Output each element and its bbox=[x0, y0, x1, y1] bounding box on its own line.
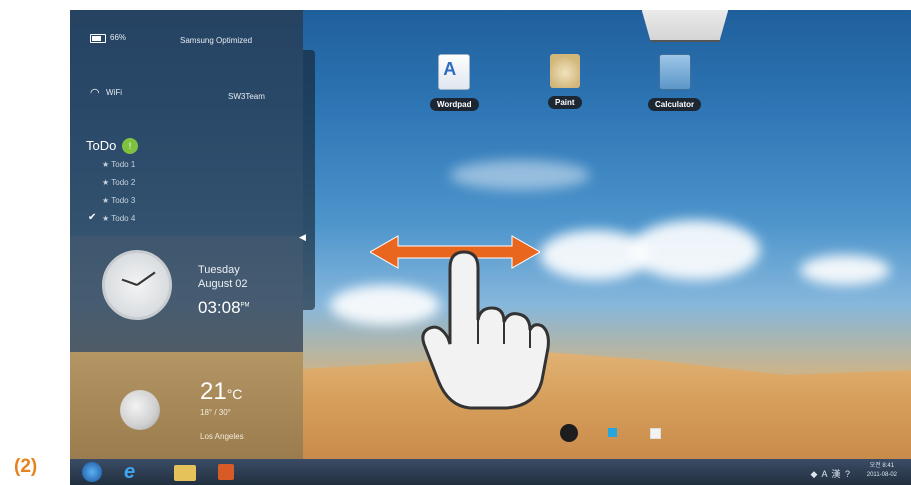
folder-icon[interactable] bbox=[174, 465, 196, 481]
battery-icon bbox=[90, 34, 106, 43]
page-indicator[interactable] bbox=[650, 428, 661, 439]
check-icon: ✔ bbox=[88, 212, 97, 223]
todo-item[interactable]: ★ Todo 1 bbox=[102, 160, 135, 169]
side-panel: 66% Samsung Optimized ◠ WiFi SW3Team ToD… bbox=[70, 10, 303, 459]
todo-item[interactable]: ★ Todo 3 bbox=[102, 196, 135, 205]
clock-minute-hand bbox=[121, 278, 138, 286]
paint-shortcut[interactable]: Paint bbox=[548, 54, 582, 110]
page-indicator-active[interactable] bbox=[608, 428, 617, 437]
analog-clock-icon bbox=[102, 250, 172, 320]
pen-mode-icon[interactable] bbox=[560, 424, 578, 442]
system-tray[interactable]: ◆ A 漢 ? bbox=[811, 467, 851, 480]
cloud bbox=[800, 255, 890, 285]
paint-label: Paint bbox=[548, 96, 582, 109]
wifi-label[interactable]: WiFi bbox=[106, 88, 122, 97]
calculator-icon bbox=[658, 54, 691, 90]
todo-title: ToDo bbox=[86, 138, 117, 153]
calculator-shortcut[interactable]: Calculator bbox=[648, 54, 702, 112]
top-pull-tab[interactable] bbox=[640, 10, 730, 42]
wordpad-shortcut[interactable]: Wordpad bbox=[430, 54, 479, 112]
media-player-icon[interactable] bbox=[218, 464, 234, 480]
weekday: Tuesday bbox=[198, 264, 240, 276]
moon-weather-icon bbox=[120, 390, 160, 430]
power-profile[interactable]: Samsung Optimized bbox=[180, 36, 252, 45]
todo-item[interactable]: ★ Todo 2 bbox=[102, 178, 135, 187]
wordpad-icon bbox=[438, 54, 471, 90]
battery-level: 66% bbox=[110, 33, 127, 42]
chevron-left-icon[interactable]: ◀ bbox=[299, 232, 306, 243]
paint-icon bbox=[549, 54, 580, 88]
desktop-screen: Wordpad Paint Calculator 66% Samsung Opt… bbox=[70, 10, 911, 485]
todo-item-done[interactable]: ★ Todo 4 bbox=[102, 214, 135, 223]
todo-add-button[interactable]: ! bbox=[122, 138, 138, 154]
start-orb-icon[interactable] bbox=[82, 462, 102, 482]
swipe-hand-icon bbox=[421, 250, 550, 410]
weather-widget: 21°C 18° / 30° Los Angeles bbox=[70, 352, 303, 459]
clock-widget: Tuesday August 02 03:08PM bbox=[70, 236, 303, 352]
panel-handle[interactable] bbox=[303, 50, 315, 310]
temperature: 21°C bbox=[200, 378, 243, 405]
wifi-icon: ◠ bbox=[90, 87, 100, 99]
wordpad-label: Wordpad bbox=[430, 98, 479, 111]
weather-city: Los Angeles bbox=[200, 432, 244, 441]
calculator-label: Calculator bbox=[648, 98, 702, 111]
cloud bbox=[630, 220, 760, 280]
taskbar: e ◆ A 漢 ? 오전 8:41 2011-08-02 bbox=[70, 459, 911, 485]
temperature-range: 18° / 30° bbox=[200, 408, 231, 417]
clock-hour-hand bbox=[136, 271, 156, 286]
internet-explorer-icon[interactable]: e bbox=[124, 462, 135, 482]
digital-time: 03:08PM bbox=[198, 298, 250, 317]
taskbar-clock[interactable]: 오전 8:41 2011-08-02 bbox=[867, 462, 897, 480]
network-name: SW3Team bbox=[228, 92, 265, 101]
figure-label: (2) bbox=[14, 456, 38, 477]
cloud bbox=[450, 160, 590, 190]
date: August 02 bbox=[198, 278, 248, 290]
